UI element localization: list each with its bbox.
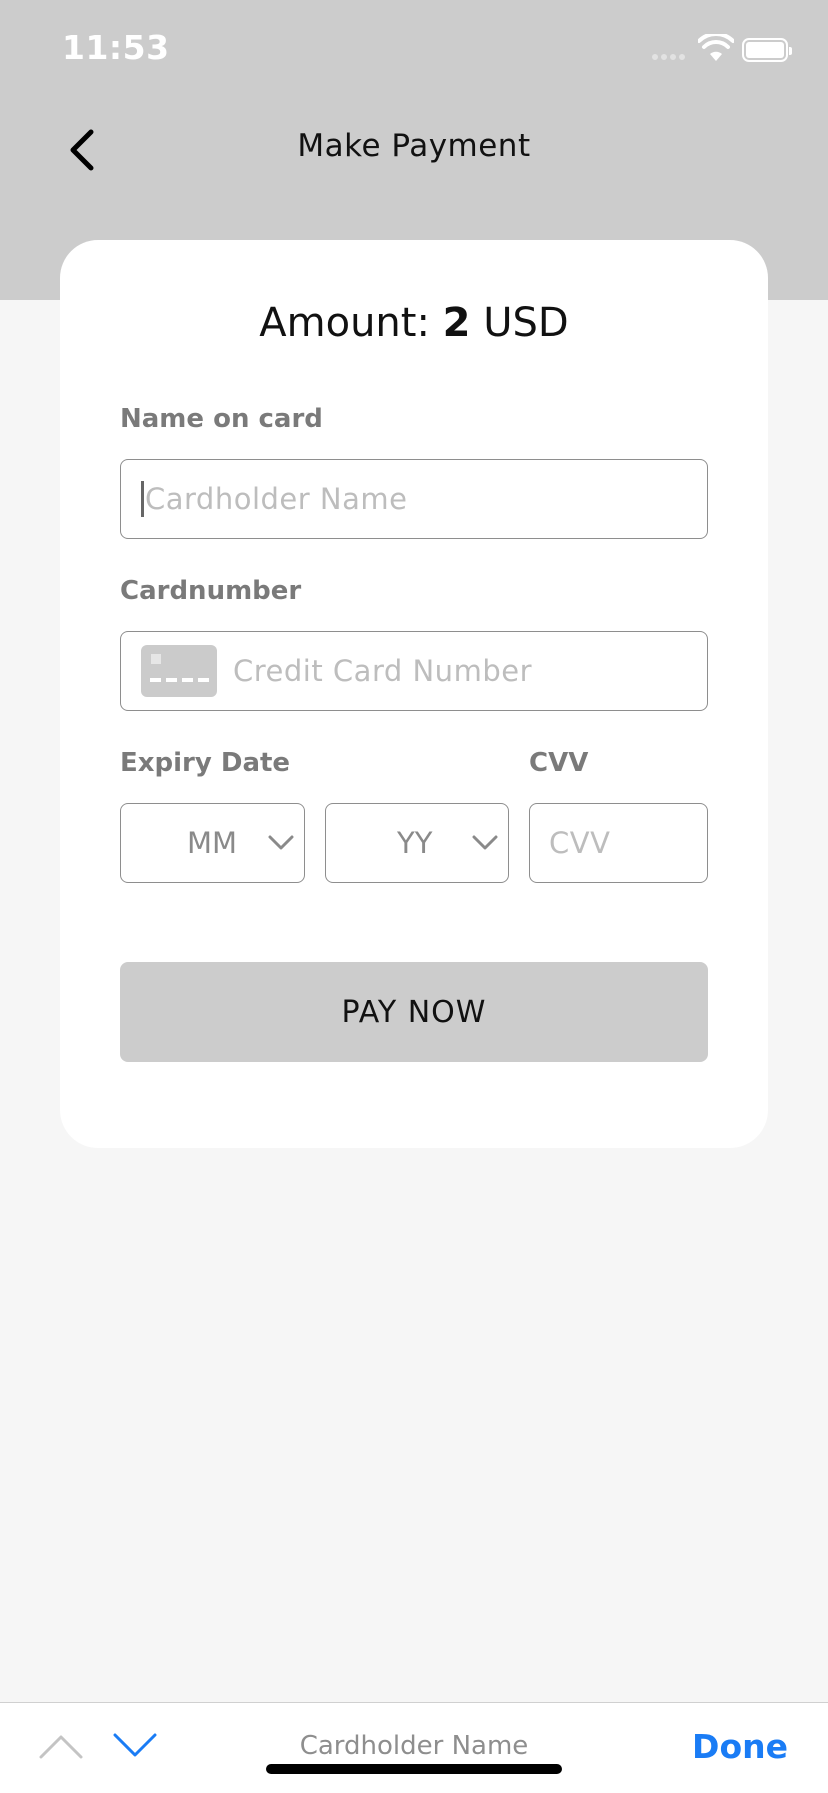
expiry-month-value: MM <box>187 826 238 860</box>
payment-card: Amount: 2 USD Name on card Cardholder Na… <box>60 240 768 1148</box>
amount-currency: USD <box>470 300 569 346</box>
pay-now-button[interactable]: PAY NOW <box>120 962 708 1062</box>
home-indicator[interactable] <box>266 1764 562 1774</box>
expiry-date-label: Expiry Date <box>120 748 291 778</box>
cardholder-name-input[interactable]: Cardholder Name <box>120 459 708 539</box>
chevron-down-icon <box>472 835 498 850</box>
keyboard-toolbar: Cardholder Name Done <box>0 1702 828 1793</box>
card-number-input[interactable]: Credit Card Number <box>120 631 708 711</box>
wifi-icon <box>698 34 734 61</box>
cvv-input[interactable]: CVV <box>529 803 708 883</box>
amount-value: 2 <box>442 300 471 346</box>
name-on-card-label: Name on card <box>120 404 323 434</box>
cvv-placeholder: CVV <box>549 826 611 860</box>
expiry-year-value: YY <box>397 826 433 860</box>
amount-prefix: Amount: <box>259 300 443 346</box>
amount-display: Amount: 2 USD <box>60 300 768 346</box>
page-title: Make Payment <box>297 128 531 164</box>
chevron-down-icon <box>268 835 294 850</box>
expiry-month-select[interactable]: MM <box>120 803 305 883</box>
text-caret <box>141 481 144 517</box>
cardnumber-label: Cardnumber <box>120 576 302 606</box>
cardholder-name-placeholder: Cardholder Name <box>145 482 408 516</box>
credit-card-icon <box>141 645 217 697</box>
cvv-label: CVV <box>529 748 589 778</box>
done-button[interactable]: Done <box>692 1727 788 1766</box>
status-time: 11:53 <box>62 28 170 67</box>
battery-icon <box>742 38 792 62</box>
card-number-placeholder: Credit Card Number <box>233 654 532 688</box>
expiry-year-select[interactable]: YY <box>325 803 509 883</box>
cellular-signal-icon <box>652 54 685 60</box>
